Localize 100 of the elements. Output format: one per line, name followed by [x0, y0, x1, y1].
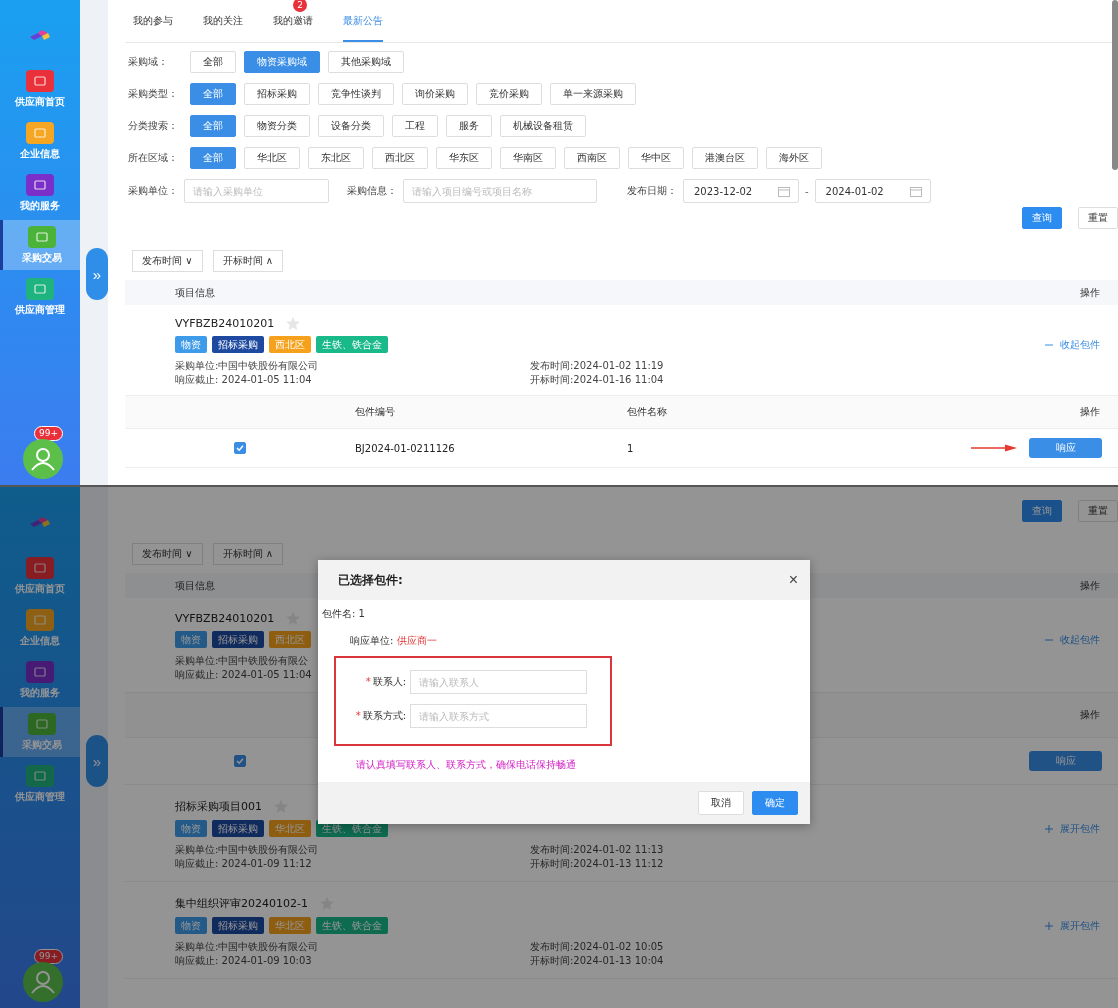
filter-option[interactable]: 物资分类 — [244, 115, 310, 137]
tag: 物资 — [175, 631, 207, 648]
avatar-icon[interactable] — [23, 439, 63, 479]
toggle-icon — [1045, 921, 1053, 930]
tab[interactable]: 我的参与 — [133, 14, 173, 42]
filter-option[interactable]: 工程 — [392, 115, 438, 137]
filter-option[interactable]: 海外区 — [766, 147, 822, 169]
checkbox[interactable] — [234, 442, 246, 454]
input-field[interactable]: 请输入项目编号或项目名称 — [403, 179, 597, 203]
field-label: 联系人: — [372, 676, 406, 687]
purchaser-text: 采购单位:中国中铁股份有限公 — [175, 654, 309, 668]
toggle-link[interactable]: 收起包件 — [1045, 337, 1100, 352]
menu-icon — [26, 69, 54, 92]
date-field[interactable]: 2023-12-02 — [683, 179, 799, 203]
filter-option[interactable]: 全部 — [190, 51, 236, 73]
tag: 物资 — [175, 917, 207, 934]
filter-option[interactable]: 询价采购 — [402, 83, 468, 105]
deadline-text: 响应截止: 2024-01-05 11:04 — [175, 373, 312, 387]
publish-time: 发布时间:2024-01-02 11:13 — [530, 843, 664, 857]
tag: 生铁、铁合金 — [316, 917, 388, 934]
column-header: 操作 — [1080, 578, 1100, 593]
close-button[interactable]: × — [788, 571, 798, 589]
tab[interactable]: 我的邀请 — [273, 14, 313, 42]
tag: 西北区 — [269, 631, 311, 648]
opening-time: 开标时间:2024-01-16 11:04 — [530, 373, 664, 387]
filter-option[interactable]: 华南区 — [500, 147, 556, 169]
tag: 华北区 — [269, 917, 311, 934]
menu-icon — [26, 173, 54, 196]
calendar-icon — [778, 185, 790, 197]
filter-option[interactable]: 竞价采购 — [476, 83, 542, 105]
required-mark: * — [365, 676, 371, 687]
filter-option[interactable]: 竞争性谈判 — [318, 83, 394, 105]
column-header: 包件名称 — [627, 405, 668, 419]
column-header: 项目信息 — [175, 285, 215, 300]
supplier-name: 供应商一 — [397, 634, 438, 648]
tag: 招标采购 — [212, 631, 264, 648]
sort-button[interactable]: 开标时间 ∧ — [212, 543, 283, 565]
filter-option[interactable]: 西北区 — [372, 147, 428, 169]
tab[interactable]: 最新公告 — [343, 14, 383, 42]
filter-option[interactable]: 单一来源采购 — [550, 83, 636, 105]
star-icon[interactable] — [286, 317, 301, 330]
package-name: 包件名: 1 — [322, 607, 366, 621]
filter-option[interactable]: 机械设备租赁 — [500, 115, 586, 137]
column-header: 操作 — [1080, 405, 1101, 419]
checkbox[interactable] — [234, 755, 246, 767]
project-title[interactable]: VYFBZB24010201 — [175, 612, 275, 625]
field-label: 联系方式: — [362, 710, 406, 721]
hint-text: 请认真填写联系人、联系方式，确保电话保持畅通 — [356, 758, 577, 772]
tab[interactable]: 我的关注 — [203, 14, 243, 42]
opening-time: 开标时间:2024-01-13 11:12 — [530, 857, 664, 871]
tag: 招标采购 — [212, 820, 264, 837]
column-header: 项目信息 — [175, 578, 215, 593]
sort-button[interactable]: 发布时间 ∨ — [132, 250, 203, 272]
project-title[interactable]: 集中组织评审20240102-1 — [175, 896, 308, 911]
column-header: 操作 — [1080, 285, 1100, 300]
filter-option[interactable]: 服务 — [446, 115, 492, 137]
menu-icon — [26, 121, 54, 144]
sort-button[interactable]: 开标时间 ∧ — [212, 250, 283, 272]
filter-label: 采购类型： — [128, 87, 179, 101]
field-label: 采购信息： — [347, 184, 397, 198]
tag: 西北区 — [269, 336, 311, 353]
table-cell-text: 1 — [627, 442, 635, 454]
menu-icon — [26, 764, 54, 787]
scrollbar[interactable] — [1112, 0, 1118, 170]
reset-button[interactable]: 重置 — [1078, 500, 1118, 522]
toggle-icon — [1045, 824, 1053, 833]
notification-badge: 99+ — [34, 949, 63, 964]
sort-button[interactable]: 发布时间 ∨ — [132, 543, 203, 565]
field-label: 响应单位: — [350, 634, 394, 648]
range-separator: - — [805, 185, 809, 197]
filter-option[interactable]: 华中区 — [628, 147, 684, 169]
filter-option[interactable]: 港澳台区 — [692, 147, 758, 169]
tag: 物资 — [175, 336, 207, 353]
field-label: 采购单位： — [128, 184, 178, 198]
publish-time: 发布时间:2024-01-02 11:19 — [530, 359, 664, 373]
dialog-title: 已选择包件: — [338, 571, 403, 589]
avatar-icon[interactable] — [23, 962, 63, 1002]
tag: 生铁、铁合金 — [316, 336, 388, 353]
project-title[interactable]: 招标采购项目001 — [175, 799, 262, 814]
reset-button[interactable]: 重置 — [1078, 207, 1118, 229]
table-cell-text: BJ2024-01-0211126 — [355, 442, 456, 454]
filter-option[interactable]: 华北区 — [244, 147, 300, 169]
filter-option[interactable]: 华东区 — [436, 147, 492, 169]
menu-icon — [26, 556, 54, 579]
filter-option[interactable]: 招标采购 — [244, 83, 310, 105]
required-mark: * — [355, 710, 361, 721]
project-title[interactable]: VYFBZB24010201 — [175, 317, 275, 330]
filter-option[interactable]: 西南区 — [564, 147, 620, 169]
purchaser-text: 采购单位:中国中铁股份有限公司 — [175, 359, 319, 373]
menu-icon — [26, 277, 54, 300]
filter-option[interactable]: 东北区 — [308, 147, 364, 169]
column-header: 包件编号 — [355, 405, 396, 419]
filter-option[interactable]: 其他采购域 — [328, 51, 404, 73]
sidebar-item[interactable]: 供应商管理 — [0, 272, 80, 322]
menu-icon — [26, 660, 54, 683]
cancel-button[interactable]: 取消 — [698, 791, 744, 815]
input-field[interactable]: 请输入联系人 — [410, 670, 587, 694]
date-field[interactable]: 2024-01-02 — [814, 179, 931, 203]
filter-option[interactable]: 设备分类 — [318, 115, 384, 137]
tag: 招标采购 — [212, 336, 264, 353]
